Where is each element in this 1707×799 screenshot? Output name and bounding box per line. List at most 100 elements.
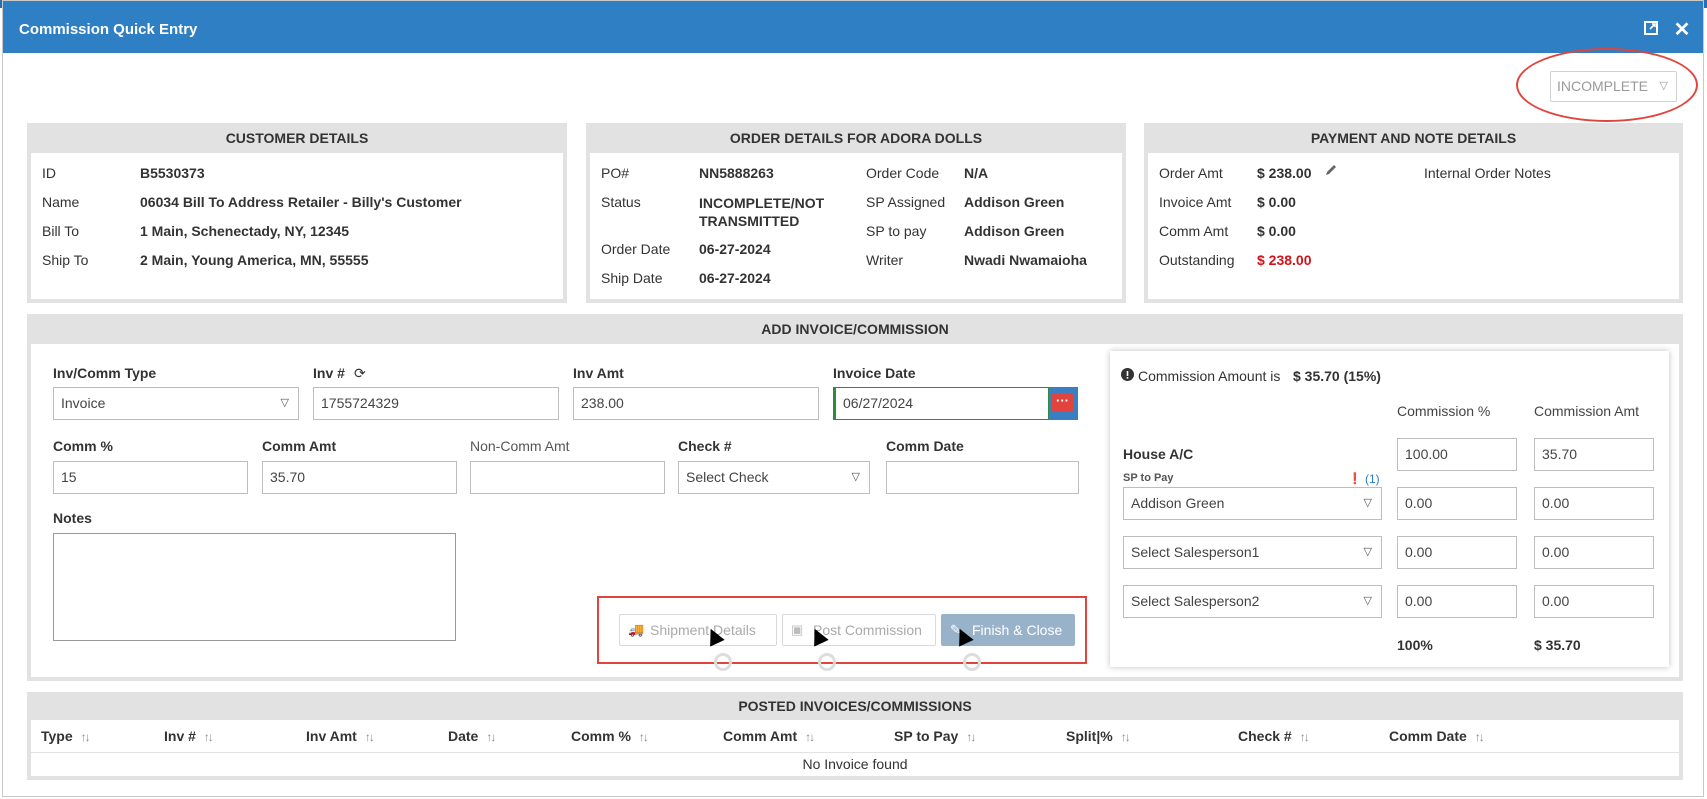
chevron-down-icon: ▽	[1659, 80, 1668, 92]
chevron-down-icon: ▽	[1363, 595, 1372, 607]
order-amt: $ 238.00	[1257, 165, 1312, 181]
column-header-comm-amt[interactable]: Comm Amt ↑↓	[723, 728, 815, 744]
comm-pct-label: Comm %	[53, 438, 113, 454]
column-header-date[interactable]: Date ↑↓	[448, 728, 496, 744]
salesperson2-pct-value: 0.00	[1405, 593, 1433, 609]
total-amt: $ 35.70	[1534, 637, 1581, 653]
sp-to-pay-label: SP to Pay	[1123, 472, 1174, 484]
inv-comm-type-select[interactable]: Invoice ▽	[53, 387, 299, 420]
salesperson-amt-input[interactable]: 0.00	[1534, 487, 1654, 520]
column-header-split[interactable]: Split|% ↑↓	[1066, 728, 1131, 744]
calendar-button[interactable]: ···	[1049, 387, 1078, 420]
notes-textarea[interactable]	[53, 533, 456, 641]
check-no-select[interactable]: Select Check ▽	[678, 461, 870, 494]
sort-icon: ↑↓	[80, 730, 91, 744]
non-comm-amt-input[interactable]	[470, 461, 665, 494]
table-divider	[31, 752, 1679, 753]
salesperson2-amt-input[interactable]: 0.00	[1534, 585, 1654, 618]
customer-label: Ship To	[42, 252, 89, 268]
salesperson1-value: Select Salesperson1	[1131, 544, 1260, 560]
salesperson1-amt-input[interactable]: 0.00	[1534, 536, 1654, 569]
comm-amt-input[interactable]: 35.70	[262, 461, 457, 494]
status-select[interactable]: INCOMPLETE ▽	[1550, 71, 1677, 102]
inv-amt-value: 238.00	[581, 395, 624, 411]
sp-count-link[interactable]: (1)	[1365, 472, 1380, 486]
total-pct: 100%	[1397, 637, 1433, 653]
payment-details-panel: PAYMENT AND NOTE DETAILS Order Amt $ 238…	[1144, 123, 1683, 303]
order-code: N/A	[964, 165, 989, 181]
column-header-inv-amt[interactable]: Inv Amt ↑↓	[306, 728, 375, 744]
salesperson-pct-input[interactable]: 0.00	[1397, 487, 1517, 520]
sort-icon: ↑↓	[638, 730, 649, 744]
column-header-sp-to-pay[interactable]: SP to Pay ↑↓	[894, 728, 976, 744]
pencil-icon[interactable]	[1324, 163, 1338, 181]
inv-no-value: 1755724329	[321, 395, 399, 411]
refresh-icon[interactable]: ⟳	[354, 365, 366, 382]
salesperson1-pct-input[interactable]: 0.00	[1397, 536, 1517, 569]
column-label: Comm Date	[1389, 728, 1467, 744]
sort-icon: ↑↓	[966, 730, 976, 744]
chevron-down-icon: ▽	[1363, 497, 1372, 509]
house-pct-input[interactable]: 100.00	[1397, 438, 1517, 471]
customer-name: 06034 Bill To Address Retailer - Billy's…	[140, 194, 462, 210]
column-header-check-no[interactable]: Check # ↑↓	[1238, 728, 1310, 744]
add-invoice-heading: ADD INVOICE/COMMISSION	[761, 321, 949, 337]
column-label: Split|%	[1066, 728, 1113, 744]
commission-quick-entry-modal: Commission Quick Entry ✕ INCOMPLETE ▽ CU…	[2, 0, 1704, 797]
inv-amt-input[interactable]: 238.00	[573, 387, 819, 420]
salesperson1-pct-value: 0.00	[1405, 544, 1433, 560]
order-date: 06-27-2024	[699, 241, 771, 257]
ship-date: 06-27-2024	[699, 270, 771, 286]
close-icon[interactable]: ✕	[1673, 20, 1691, 40]
status-value: INCOMPLETE	[1557, 78, 1649, 94]
column-header-type[interactable]: Type ↑↓	[41, 728, 91, 744]
payment-details-heading: PAYMENT AND NOTE DETAILS	[1310, 130, 1517, 146]
sort-icon: ↑↓	[364, 730, 375, 744]
house-pct-value: 100.00	[1405, 446, 1448, 462]
maximize-icon[interactable]	[1642, 21, 1660, 39]
salesperson-select[interactable]: Addison Green ▽	[1123, 487, 1382, 520]
order-label: Order Code	[866, 165, 940, 181]
payment-label: Outstanding	[1159, 252, 1235, 268]
calendar-icon: ···	[1052, 393, 1073, 412]
salesperson2-pct-input[interactable]: 0.00	[1397, 585, 1517, 618]
order-label: Status	[601, 194, 641, 210]
post-commission-button[interactable]: ▣ Post Commission	[782, 614, 936, 646]
inv-no-input[interactable]: 1755724329	[313, 387, 559, 420]
sort-icon: ↑↓	[1120, 730, 1131, 744]
invoice-date-value: 06/27/2024	[843, 395, 914, 411]
salesperson-amt-value: 0.00	[1542, 495, 1570, 511]
customer-details-panel: CUSTOMER DETAILS ID B5530373 Name 06034 …	[27, 123, 567, 303]
not-allowed-icon	[714, 653, 732, 671]
column-header-comm-pct[interactable]: Comm % ↑↓	[571, 728, 649, 744]
salesperson2-select[interactable]: Select Salesperson2 ▽	[1123, 585, 1382, 618]
alert-icon: ❗	[1348, 473, 1362, 485]
not-allowed-icon	[818, 653, 836, 671]
order-label: Writer	[866, 252, 904, 268]
customer-bill-to: 1 Main, Schenectady, NY, 12345	[140, 223, 350, 239]
invoice-date-label: Invoice Date	[833, 365, 916, 381]
finish-close-label: Finish & Close	[972, 622, 1063, 638]
column-label: Inv #	[164, 728, 196, 744]
chevron-down-icon: ▽	[280, 397, 289, 409]
comm-date-input[interactable]	[886, 461, 1079, 494]
column-header-comm-date[interactable]: Comm Date ↑↓	[1389, 728, 1485, 744]
customer-label: ID	[42, 165, 56, 181]
shipment-details-button[interactable]: 🚚 Shipment Details	[619, 614, 777, 646]
house-amt-input[interactable]: 35.70	[1534, 438, 1654, 471]
commission-info-prefix: Commission Amount is	[1138, 368, 1281, 384]
column-header-inv-no[interactable]: Inv # ↑↓	[164, 728, 214, 744]
salesperson1-select[interactable]: Select Salesperson1 ▽	[1123, 536, 1382, 569]
save-icon: ▣	[791, 622, 804, 637]
invoice-date-input[interactable]: 06/27/2024	[833, 387, 1049, 420]
payment-label: Invoice Amt	[1159, 194, 1232, 210]
check-no-value: Select Check	[686, 469, 769, 485]
sort-icon: ↑↓	[805, 730, 815, 744]
inv-no-label: Inv #	[313, 365, 345, 381]
salesperson-value: Addison Green	[1131, 495, 1225, 511]
commission-pct-header: Commission %	[1397, 403, 1491, 419]
posted-invoices-panel: POSTED INVOICES/COMMISSIONS Type ↑↓ Inv #…	[27, 692, 1683, 780]
inv-comm-type-label: Inv/Comm Type	[53, 365, 157, 381]
comm-pct-input[interactable]: 15	[53, 461, 248, 494]
column-label: Check #	[1238, 728, 1292, 744]
